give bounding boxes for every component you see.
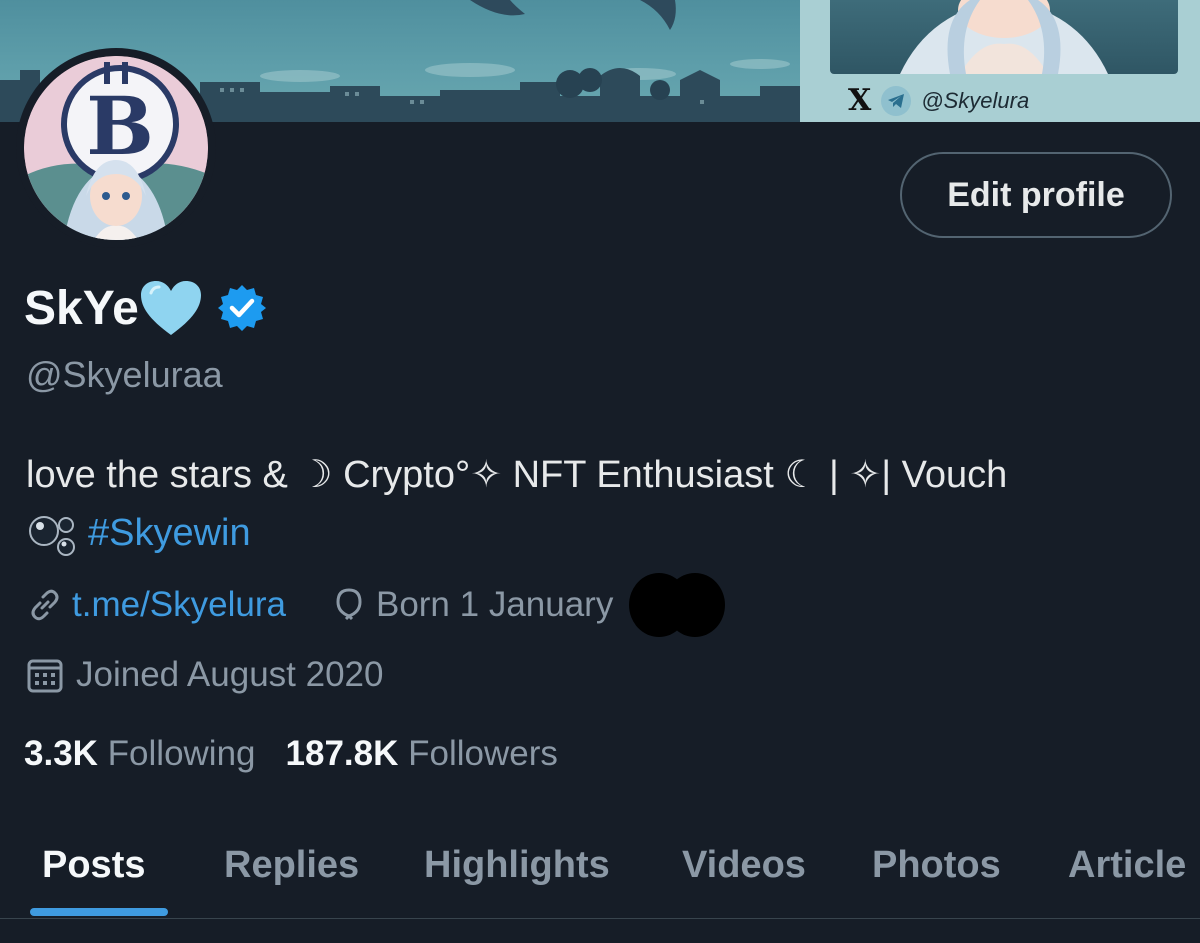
- profile-joined-row: Joined August 2020: [26, 648, 383, 702]
- display-name-row: SkYe: [24, 276, 267, 340]
- followers-link[interactable]: 187.8K Followers: [286, 734, 558, 774]
- profile-handle: @Skyeluraa: [26, 354, 223, 395]
- bio-second-line: #Skyewin: [26, 504, 1176, 562]
- profile-birthday: Born 1 January: [375, 585, 614, 624]
- tab-photos[interactable]: Photos: [872, 812, 1001, 918]
- tab-replies[interactable]: Replies: [224, 812, 359, 918]
- svg-text:B: B: [86, 79, 154, 173]
- bubbles-icon: [29, 515, 75, 556]
- edit-profile-button[interactable]: Edit profile: [900, 152, 1172, 238]
- tab-highlights[interactable]: Highlights: [424, 812, 610, 918]
- avatar-image: B: [24, 56, 208, 240]
- following-count: 3.3K: [24, 734, 98, 773]
- calendar-icon: [27, 659, 63, 693]
- redaction-mark: [625, 572, 729, 638]
- following-link[interactable]: 3.3K Following: [24, 734, 256, 774]
- avatar[interactable]: B: [16, 48, 216, 248]
- tab-videos[interactable]: Videos: [682, 812, 806, 918]
- light-blue-heart-icon: [140, 281, 201, 335]
- tab-posts[interactable]: Posts: [42, 812, 145, 918]
- banner-portrait-image: [830, 0, 1178, 74]
- tab-articles[interactable]: Article: [1068, 812, 1186, 918]
- profile-page: X @Skyelura B Edit profile SkYe @Skyelur…: [0, 0, 1200, 943]
- following-label: Following: [107, 734, 256, 773]
- profile-website-link[interactable]: t.me/Skyelura: [72, 585, 286, 625]
- banner-handle-row: X @Skyelura: [848, 84, 1029, 118]
- followers-label: Followers: [408, 734, 558, 773]
- telegram-icon: [881, 86, 912, 116]
- banner-card: X @Skyelura: [800, 0, 1200, 122]
- x-logo-icon: X: [848, 83, 872, 118]
- banner-handle-text: @Skyelura: [921, 88, 1030, 113]
- verified-badge-icon[interactable]: [217, 283, 267, 333]
- profile-bio: love the stars & ☽ Crypto°✧ NFT Enthusia…: [26, 446, 1176, 562]
- active-tab-indicator: [30, 908, 168, 916]
- profile-meta-row: t.me/Skyelura Born 1 January: [26, 573, 729, 637]
- display-name: SkYe: [24, 281, 139, 335]
- balloon-icon: [336, 588, 362, 621]
- followers-count: 187.8K: [285, 734, 399, 773]
- profile-joined-date: Joined August 2020: [76, 655, 384, 694]
- bio-text: love the stars & ☽ Crypto°✧ NFT Enthusia…: [26, 454, 1008, 496]
- bio-hashtag-link[interactable]: #Skyewin: [88, 512, 251, 554]
- link-icon: [31, 589, 59, 621]
- profile-stats: 3.3K Following 187.8K Followers: [24, 728, 558, 780]
- profile-tabs: Posts Replies Highlights Videos Photos A…: [0, 812, 1200, 919]
